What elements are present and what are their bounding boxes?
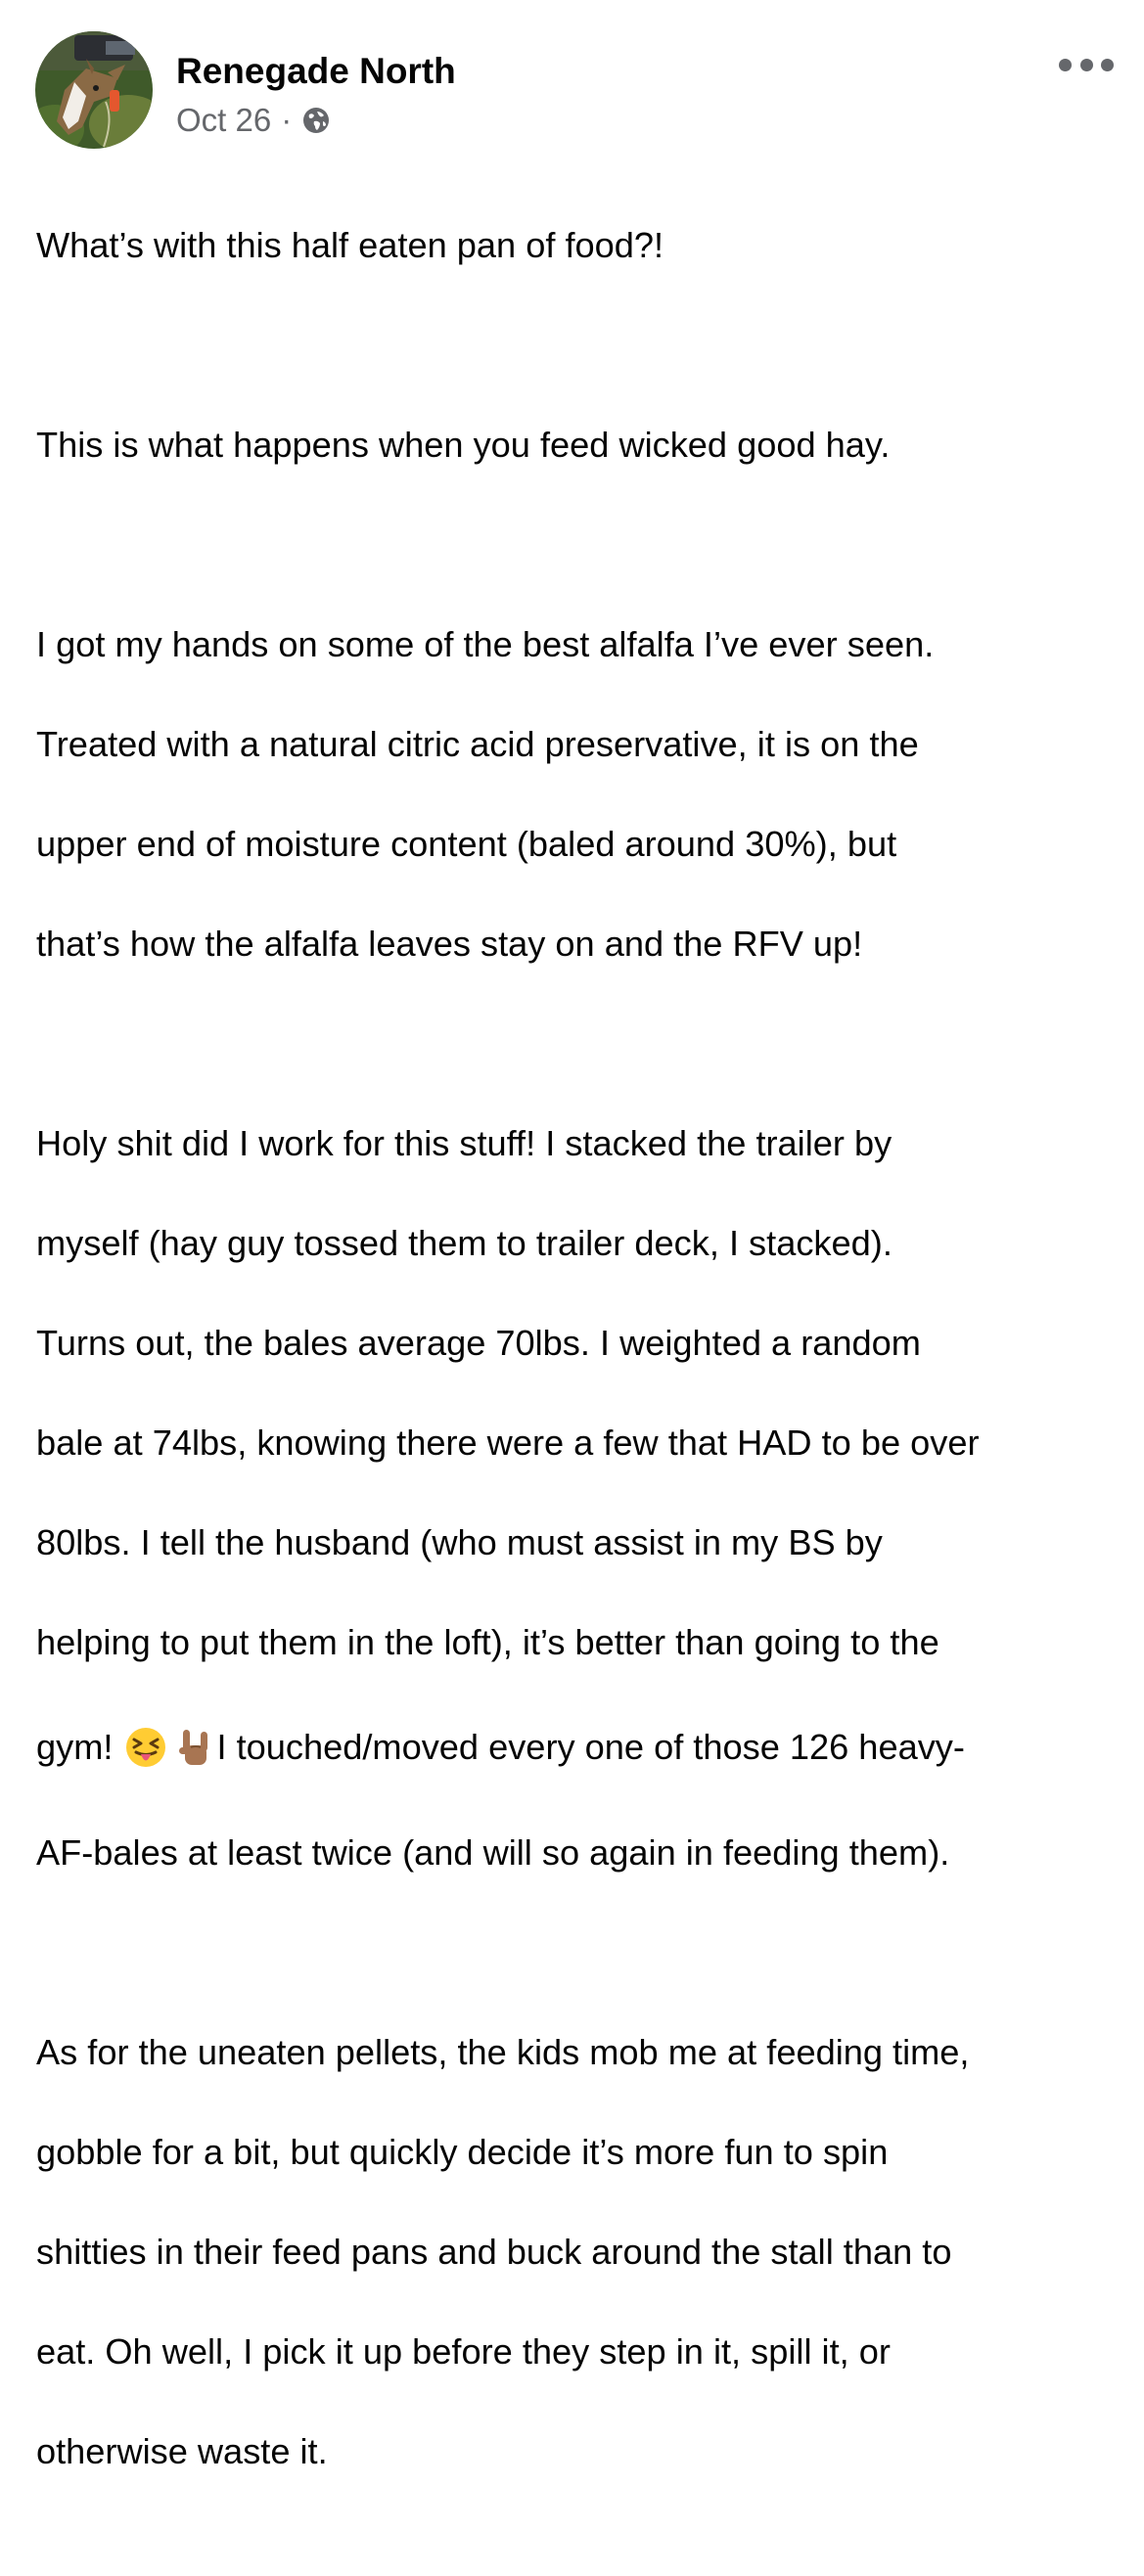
text-line: I got my hands on some of the best alfal… <box>36 624 935 664</box>
text-line: This is what happens when you feed wicke… <box>36 425 891 465</box>
text-line: shitties in their feed pans and buck aro… <box>36 2232 952 2272</box>
text-segment: I touched/moved every one of those 126 h… <box>216 1727 965 1767</box>
text-line: that’s how the alfalfa leaves stay on an… <box>36 924 863 964</box>
text-line: eat. Oh well, I pick it up before they s… <box>36 2331 891 2372</box>
more-dot <box>1079 58 1093 71</box>
author-name[interactable]: Renegade North <box>176 51 456 92</box>
post-paragraph: As for the uneaten pellets, the kids mob… <box>36 1977 1122 2526</box>
post-text: What’s with this half eaten pan of food?… <box>36 170 1122 2576</box>
text-line: myself (hay guy tossed them to trailer d… <box>36 1223 892 1263</box>
post-date[interactable]: Oct 26 <box>176 102 271 139</box>
text-line: AF-bales at least twice (and will so aga… <box>36 1832 950 1873</box>
post-paragraph: This is what happens when you feed wicke… <box>36 370 1122 520</box>
text-line: Treated with a natural citric acid prese… <box>36 724 919 764</box>
text-line: Holy shit did I work for this stuff! I s… <box>36 1123 892 1163</box>
globe-icon[interactable] <box>301 106 331 135</box>
post-paragraph: I got my hands on some of the best alfal… <box>36 569 1122 1018</box>
text-line: helping to put them in the loft), it’s b… <box>36 1622 939 1662</box>
text-line: bale at 74lbs, knowing there were a few … <box>36 1423 980 1463</box>
text-line: otherwise waste it. <box>36 2431 328 2471</box>
text-line: upper end of moisture content (baled aro… <box>36 824 897 864</box>
post-paragraph: Holy shit did I work for this stuff! I s… <box>36 1068 1122 1927</box>
text-line: 80lbs. I tell the husband (who must assi… <box>36 1522 883 1562</box>
facebook-post: Renegade North Oct 26 · What’s with this… <box>0 0 1144 2471</box>
text-line: Turns out, the bales average 70lbs. I we… <box>36 1323 921 1363</box>
text-line: What’s with this half eaten pan of food?… <box>36 225 664 265</box>
more-options-icon[interactable] <box>1059 53 1114 76</box>
text-line: gobble for a bit, but quickly decide it’… <box>36 2132 889 2172</box>
squinting-tongue-face-emoji <box>124 1726 167 1769</box>
post-meta: Oct 26 · <box>176 102 331 139</box>
more-dot <box>1101 58 1114 71</box>
meta-separator: · <box>281 102 293 138</box>
rock-on-hand-emoji <box>171 1726 214 1769</box>
more-dot <box>1059 58 1072 71</box>
text-line: As for the uneaten pellets, the kids mob… <box>36 2032 970 2072</box>
goat-avatar-image <box>35 31 153 149</box>
post-paragraph: What’s with this half eaten pan of food?… <box>36 170 1122 320</box>
avatar[interactable] <box>35 31 153 149</box>
text-line-with-emoji: gym! I touched/moved every one of those … <box>36 1717 1122 1778</box>
text-segment: gym! <box>36 1727 114 1767</box>
